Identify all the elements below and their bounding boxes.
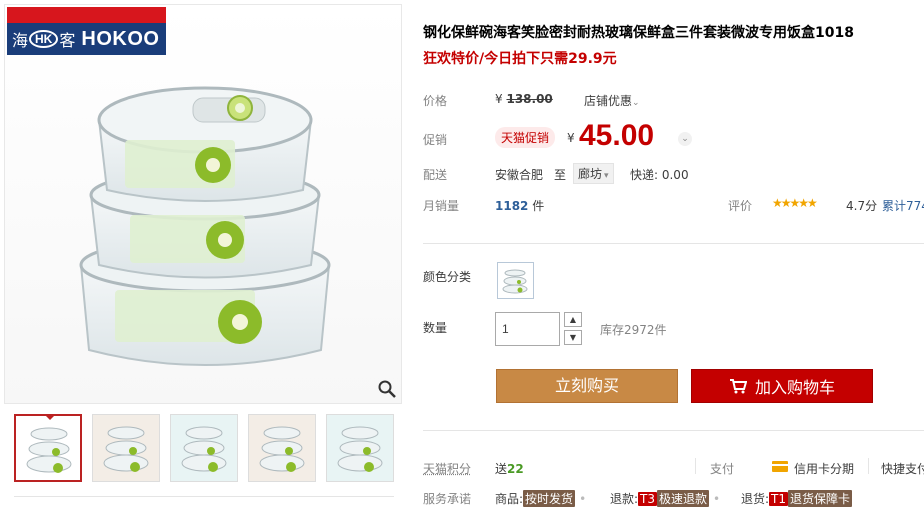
divider — [423, 430, 924, 431]
zoom-icon[interactable] — [377, 379, 397, 399]
original-price: ¥ 138.00 — [495, 92, 553, 106]
brand-cn-right: 客 — [59, 31, 76, 50]
star-rating-icon: ★★★★★ — [772, 196, 818, 210]
quantity-input[interactable] — [495, 312, 560, 346]
quantity-decrease-button[interactable]: ▼ — [564, 330, 582, 345]
separator — [695, 458, 696, 474]
ship-to-word: 至 — [554, 168, 567, 182]
tmall-promo-badge: 天猫促销 — [495, 127, 556, 148]
service-fast-refund[interactable]: 退款: T3 极速退款 • — [610, 490, 720, 507]
points-value: 送22 — [495, 462, 524, 476]
thumbnail-4[interactable] — [248, 414, 316, 482]
price-label: 价格 — [423, 94, 448, 108]
quantity-label: 数量 — [423, 321, 448, 335]
thumbnail-3[interactable] — [170, 414, 238, 482]
brand-cn-left: 海 — [12, 31, 29, 50]
ship-from: 安徽合肥 — [495, 168, 544, 182]
thumbnail-5[interactable] — [326, 414, 394, 482]
quick-pay-link[interactable]: 快捷支付 — [881, 460, 924, 477]
brand-logo: 海 HK 客 HOKOO — [7, 7, 166, 55]
rating-value: 4.7分 — [846, 199, 878, 213]
brand-en: HOKOO — [81, 27, 160, 50]
promo-price: 45.00 — [579, 119, 655, 152]
thumbnail-list — [14, 414, 394, 482]
product-gallery: 海 HK 客 HOKOO — [4, 4, 402, 514]
shipping-fee: 快递: 0.00 — [630, 168, 689, 182]
service-on-time[interactable]: 商品: 按时发货 • — [495, 490, 586, 507]
divider — [423, 243, 924, 244]
thumbnail-1[interactable] — [14, 414, 82, 482]
buy-now-button[interactable]: 立刻购买 — [496, 369, 678, 403]
brand-hk: HK — [29, 30, 59, 48]
review-count-link[interactable]: 累计774 — [882, 197, 924, 214]
credit-card-icon — [772, 461, 788, 472]
product-detail-panel: 钢化保鲜碗海客笑脸密封耐热玻璃保鲜盒三件套装微波专用饭盒1018 狂欢特价/今日… — [423, 0, 924, 514]
cart-icon — [729, 379, 747, 394]
product-subtitle: 狂欢特价/今日拍下只需29.9元 — [423, 51, 617, 67]
promo-label: 促销 — [423, 133, 448, 147]
monthly-sales: 1182 件 — [495, 199, 545, 213]
shipping-label: 配送 — [423, 168, 448, 182]
caret-down-icon: ▾ — [604, 171, 609, 181]
main-product-image[interactable]: 海 HK 客 HOKOO — [4, 4, 402, 404]
separator — [868, 458, 869, 474]
payment-label: 支付 — [710, 462, 735, 476]
monthly-sales-label: 月销量 — [423, 199, 460, 213]
promo-currency: ¥ — [567, 131, 575, 145]
chevron-down-icon[interactable]: ⌄ — [678, 132, 692, 146]
t1-badge: T1 — [769, 492, 789, 506]
product-title: 钢化保鲜碗海客笑脸密封耐热玻璃保鲜盒三件套装微波专用饭盒1018 — [423, 25, 854, 41]
glass-container-set-image — [79, 86, 331, 366]
color-label: 颜色分类 — [423, 270, 472, 284]
t3-badge: T3 — [638, 492, 658, 506]
thumbnail-2[interactable] — [92, 414, 160, 482]
shop-discount-dropdown[interactable]: 店铺优惠⌄ — [584, 92, 640, 109]
add-to-cart-button[interactable]: 加入购物车 — [691, 369, 873, 403]
quantity-increase-button[interactable]: ▲ — [564, 312, 582, 327]
gallery-divider — [14, 496, 394, 497]
service-return-guarantee[interactable]: 退货: T1 退货保障卡 — [741, 490, 853, 507]
color-option-swatch[interactable] — [497, 262, 534, 299]
rating-label: 评价 — [728, 199, 753, 213]
credit-card-installment-link[interactable]: 信用卡分期 — [794, 460, 854, 477]
chevron-down-icon: ⌄ — [632, 98, 640, 108]
add-to-cart-label: 加入购物车 — [754, 378, 835, 397]
tmall-points-label[interactable]: 天猫积分 — [423, 460, 471, 477]
service-label: 服务承诺 — [423, 492, 472, 506]
destination-city-select[interactable]: 廊坊 ▾ — [573, 163, 614, 184]
stock-count: 库存2972件 — [600, 323, 667, 337]
